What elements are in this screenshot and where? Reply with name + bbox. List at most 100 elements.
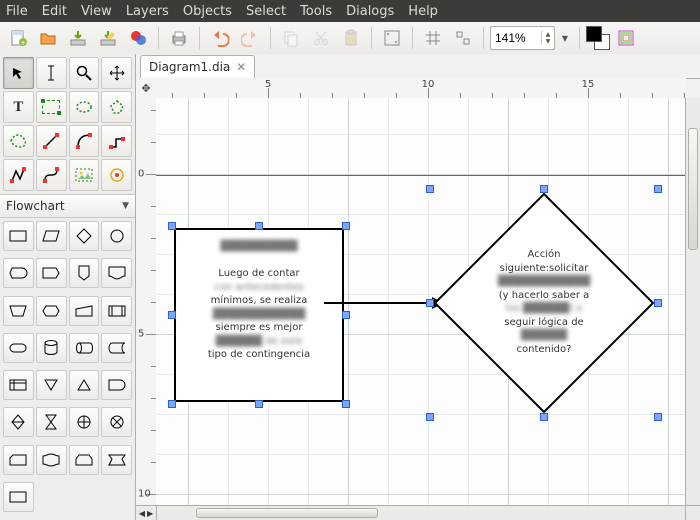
- separator: [270, 27, 271, 49]
- copy-button[interactable]: [277, 24, 305, 52]
- tool-outline[interactable]: [101, 159, 132, 191]
- display-icon: [8, 266, 28, 280]
- shape-terminal[interactable]: [3, 333, 34, 363]
- svg-text:+: +: [20, 39, 26, 47]
- tool-polyline[interactable]: [3, 159, 34, 191]
- shape-predefined[interactable]: [101, 296, 132, 326]
- open-button[interactable]: [34, 24, 62, 52]
- ruler-vertical[interactable]: 0510: [136, 98, 157, 506]
- tool-text-edit[interactable]: [36, 57, 67, 89]
- separator: [158, 27, 159, 49]
- new-button[interactable]: +: [4, 24, 32, 52]
- shape-io[interactable]: [36, 221, 67, 251]
- shape-preparation[interactable]: [36, 296, 67, 326]
- tool-arc[interactable]: [69, 125, 100, 157]
- shape-merge[interactable]: [36, 370, 67, 400]
- zoom-value[interactable]: [491, 31, 541, 45]
- shape-document[interactable]: [101, 258, 132, 288]
- menu-help[interactable]: Help: [408, 4, 438, 19]
- close-icon[interactable]: ✕: [236, 60, 246, 74]
- node-process[interactable]: ██████████ Luego de contarcon antecedent…: [174, 228, 344, 402]
- menu-select[interactable]: Select: [246, 4, 286, 19]
- shape-data[interactable]: [101, 445, 132, 475]
- tool-beziergon[interactable]: [3, 125, 34, 157]
- shape-sum[interactable]: [101, 407, 132, 437]
- layers-button[interactable]: [612, 24, 640, 52]
- shape-delay[interactable]: [101, 370, 132, 400]
- shape-process[interactable]: [3, 221, 34, 251]
- undo-button[interactable]: [206, 24, 234, 52]
- shape-palette: [0, 218, 135, 520]
- shape-collate[interactable]: [36, 407, 67, 437]
- node-decision[interactable]: Acciónsiguiente:solicitar████████████(y …: [434, 193, 654, 413]
- tape-icon: [41, 452, 61, 468]
- menu-tools[interactable]: Tools: [300, 4, 332, 19]
- menu-dialogs[interactable]: Dialogs: [346, 4, 394, 19]
- pointer-icon: [11, 66, 25, 80]
- tool-pointer[interactable]: [3, 57, 34, 89]
- shape-or[interactable]: [69, 407, 100, 437]
- tool-zigzag[interactable]: [101, 125, 132, 157]
- paste-button[interactable]: [337, 24, 365, 52]
- menu-objects[interactable]: Objects: [183, 4, 232, 19]
- scrollbar-thumb[interactable]: [196, 508, 378, 518]
- scrollbar-vertical[interactable]: [685, 98, 700, 506]
- redo-button[interactable]: [236, 24, 264, 52]
- tool-zoom[interactable]: [69, 57, 100, 89]
- shape-sheet-selector[interactable]: Flowchart ▼: [0, 194, 135, 218]
- save-as-button[interactable]: [94, 24, 122, 52]
- tool-image[interactable]: [69, 159, 100, 191]
- menu-layers[interactable]: Layers: [126, 4, 169, 19]
- shape-display[interactable]: [3, 258, 34, 288]
- zoom-input[interactable]: ▲▼: [490, 26, 555, 50]
- tool-scroll[interactable]: [101, 57, 132, 89]
- shape-transmittal[interactable]: [36, 258, 67, 288]
- canvas[interactable]: ██████████ Luego de contarcon antecedent…: [156, 98, 686, 506]
- tool-ellipse[interactable]: [69, 91, 100, 123]
- shape-stored-data[interactable]: [101, 333, 132, 363]
- shape-connector[interactable]: [101, 221, 132, 251]
- shape-internal[interactable]: [3, 370, 34, 400]
- shape-offpage[interactable]: [69, 258, 100, 288]
- show-grid-button[interactable]: [419, 24, 447, 52]
- scrollbar-thumb[interactable]: [688, 128, 698, 250]
- tab-nav-arrows[interactable]: ◀▶: [136, 505, 157, 520]
- shape-extract[interactable]: [69, 370, 100, 400]
- shape-sort[interactable]: [3, 407, 34, 437]
- tool-polygon[interactable]: [101, 91, 132, 123]
- chevron-down-icon: ▼: [122, 201, 129, 211]
- ruler-origin[interactable]: ✥: [136, 78, 157, 99]
- snap-grid-button[interactable]: [378, 24, 406, 52]
- tool-bezier[interactable]: [36, 159, 67, 191]
- print-button[interactable]: [165, 24, 193, 52]
- color-swatch[interactable]: [586, 26, 610, 50]
- shape-drum[interactable]: [69, 333, 100, 363]
- shape-card[interactable]: [3, 445, 34, 475]
- snap-object-button[interactable]: [449, 24, 477, 52]
- tool-box[interactable]: [36, 91, 67, 123]
- tab-diagram1[interactable]: Diagram1.dia ✕: [140, 55, 255, 78]
- zoom-spinner[interactable]: ▲▼: [541, 31, 554, 45]
- zoom-dropdown[interactable]: ▼: [557, 24, 573, 52]
- scrollbar-horizontal[interactable]: [156, 505, 686, 520]
- zigzag-icon: [109, 133, 125, 149]
- cut-button[interactable]: [307, 24, 335, 52]
- connector-arrow[interactable]: [322, 293, 446, 313]
- tool-line[interactable]: [36, 125, 67, 157]
- shape-manual-input[interactable]: [69, 296, 100, 326]
- export-button[interactable]: [124, 24, 152, 52]
- tool-text[interactable]: T: [3, 91, 34, 123]
- ruler-horizontal[interactable]: 5101520: [156, 78, 686, 99]
- menu-file[interactable]: File: [6, 4, 28, 19]
- decision-text: Acciónsiguiente:solicitar████████████(y …: [484, 248, 604, 356]
- loop-icon: [74, 453, 94, 467]
- shape-decision[interactable]: [69, 221, 100, 251]
- shape-tape[interactable]: [36, 445, 67, 475]
- menu-edit[interactable]: Edit: [42, 4, 67, 19]
- shape-loop-limit[interactable]: [69, 445, 100, 475]
- menu-view[interactable]: View: [81, 4, 112, 19]
- shape-manual-op[interactable]: [3, 296, 34, 326]
- save-button[interactable]: [64, 24, 92, 52]
- shape-extra[interactable]: [3, 482, 34, 512]
- shape-disk[interactable]: [36, 333, 67, 363]
